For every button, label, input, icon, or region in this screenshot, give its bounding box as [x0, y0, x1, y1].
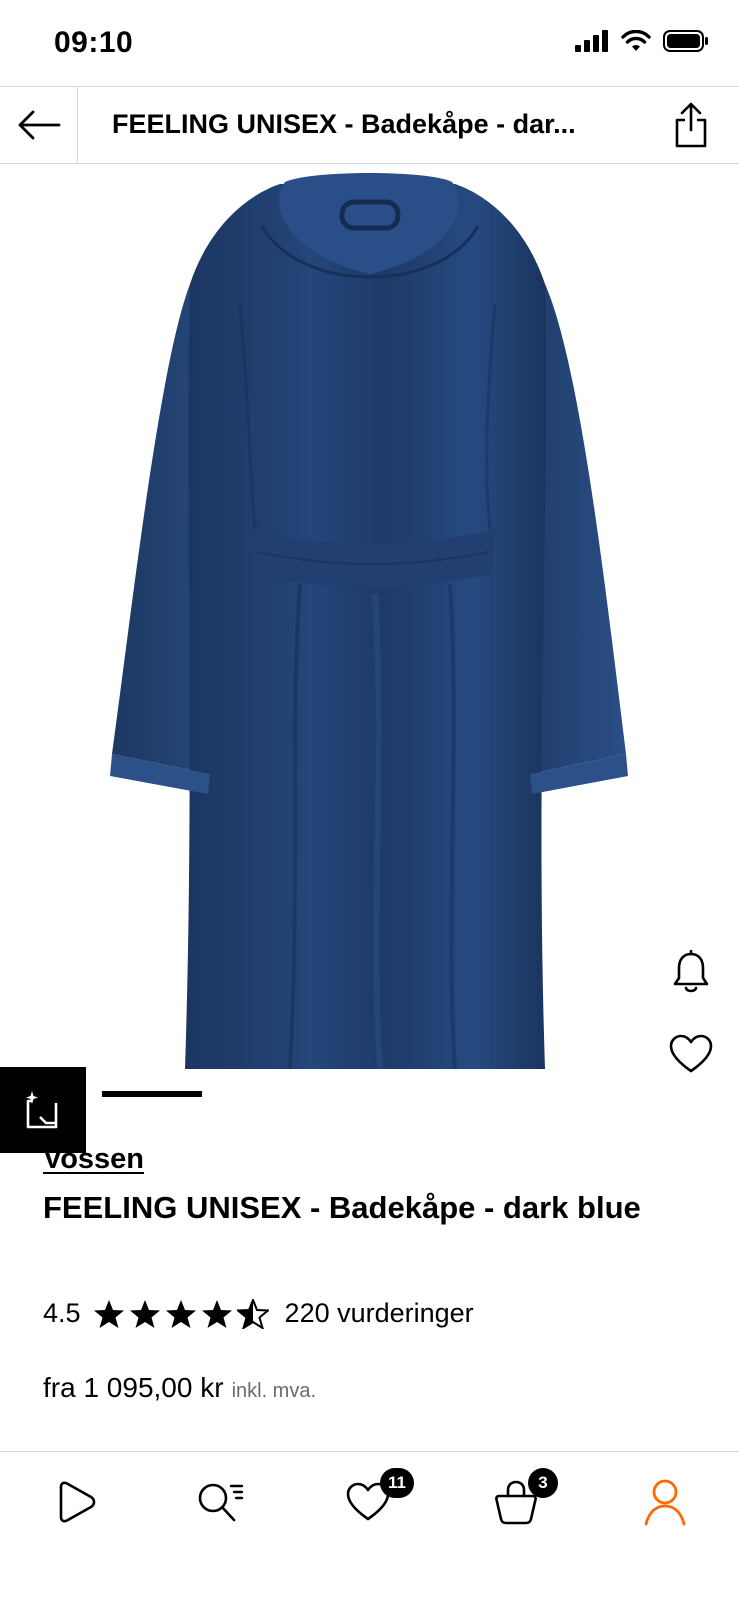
price-row: fra 1 095,00 kr inkl. mva. [43, 1372, 316, 1404]
tab-home[interactable] [45, 1472, 105, 1532]
status-bar: 09:10 [0, 0, 739, 86]
wishlist-count-badge: 11 [380, 1468, 414, 1498]
profile-icon [644, 1479, 686, 1526]
signal-icon [575, 30, 608, 52]
star-half-icon [236, 1298, 269, 1329]
rating-value: 4.5 [43, 1298, 81, 1328]
search-icon [198, 1483, 244, 1522]
share-icon [675, 102, 707, 148]
back-button[interactable] [0, 87, 78, 163]
bathrobe-illustration [110, 173, 628, 1070]
bottom-tab-bar: 11 3 [0, 1451, 739, 1600]
play-icon [59, 1481, 96, 1523]
tab-search[interactable] [190, 1472, 250, 1532]
star-full-icon [129, 1299, 160, 1328]
rating-stars [93, 1298, 269, 1329]
image-carousel-indicator [102, 1091, 202, 1097]
tab-wishlist[interactable]: 11 [338, 1468, 414, 1532]
page-title: FEELING UNISEX - Badekåpe - dar... [112, 109, 576, 139]
notify-button[interactable] [665, 946, 717, 998]
back-arrow-icon [18, 110, 60, 140]
tab-bag[interactable]: 3 [486, 1468, 558, 1532]
rating-summary[interactable]: 4.5 220 vurderinger [43, 1298, 474, 1329]
brand-link[interactable]: Vossen [43, 1143, 144, 1176]
heart-icon [669, 1034, 713, 1073]
top-nav-bar: FEELING UNISEX - Badekåpe - dar... [0, 86, 739, 164]
bell-icon [673, 950, 709, 993]
virtual-try-on-icon [26, 1091, 58, 1129]
product-image[interactable] [0, 164, 739, 1090]
status-icons [575, 30, 709, 52]
share-button[interactable] [669, 101, 713, 149]
star-full-icon [201, 1299, 232, 1328]
star-full-icon [165, 1299, 196, 1328]
price: fra 1 095,00 kr [43, 1372, 224, 1403]
status-time: 09:10 [54, 26, 134, 59]
vat-note: inkl. mva. [231, 1380, 317, 1402]
star-full-icon [93, 1299, 124, 1328]
add-to-wishlist-button[interactable] [665, 1028, 717, 1080]
visual-search-button[interactable] [0, 1067, 86, 1153]
product-name: FEELING UNISEX - Badekåpe - dark blue [43, 1190, 641, 1225]
bag-count-badge: 3 [528, 1468, 558, 1498]
battery-icon [663, 30, 708, 52]
review-count: 220 vurderinger [284, 1298, 474, 1328]
tab-profile[interactable] [635, 1472, 695, 1532]
wifi-icon [621, 30, 651, 51]
